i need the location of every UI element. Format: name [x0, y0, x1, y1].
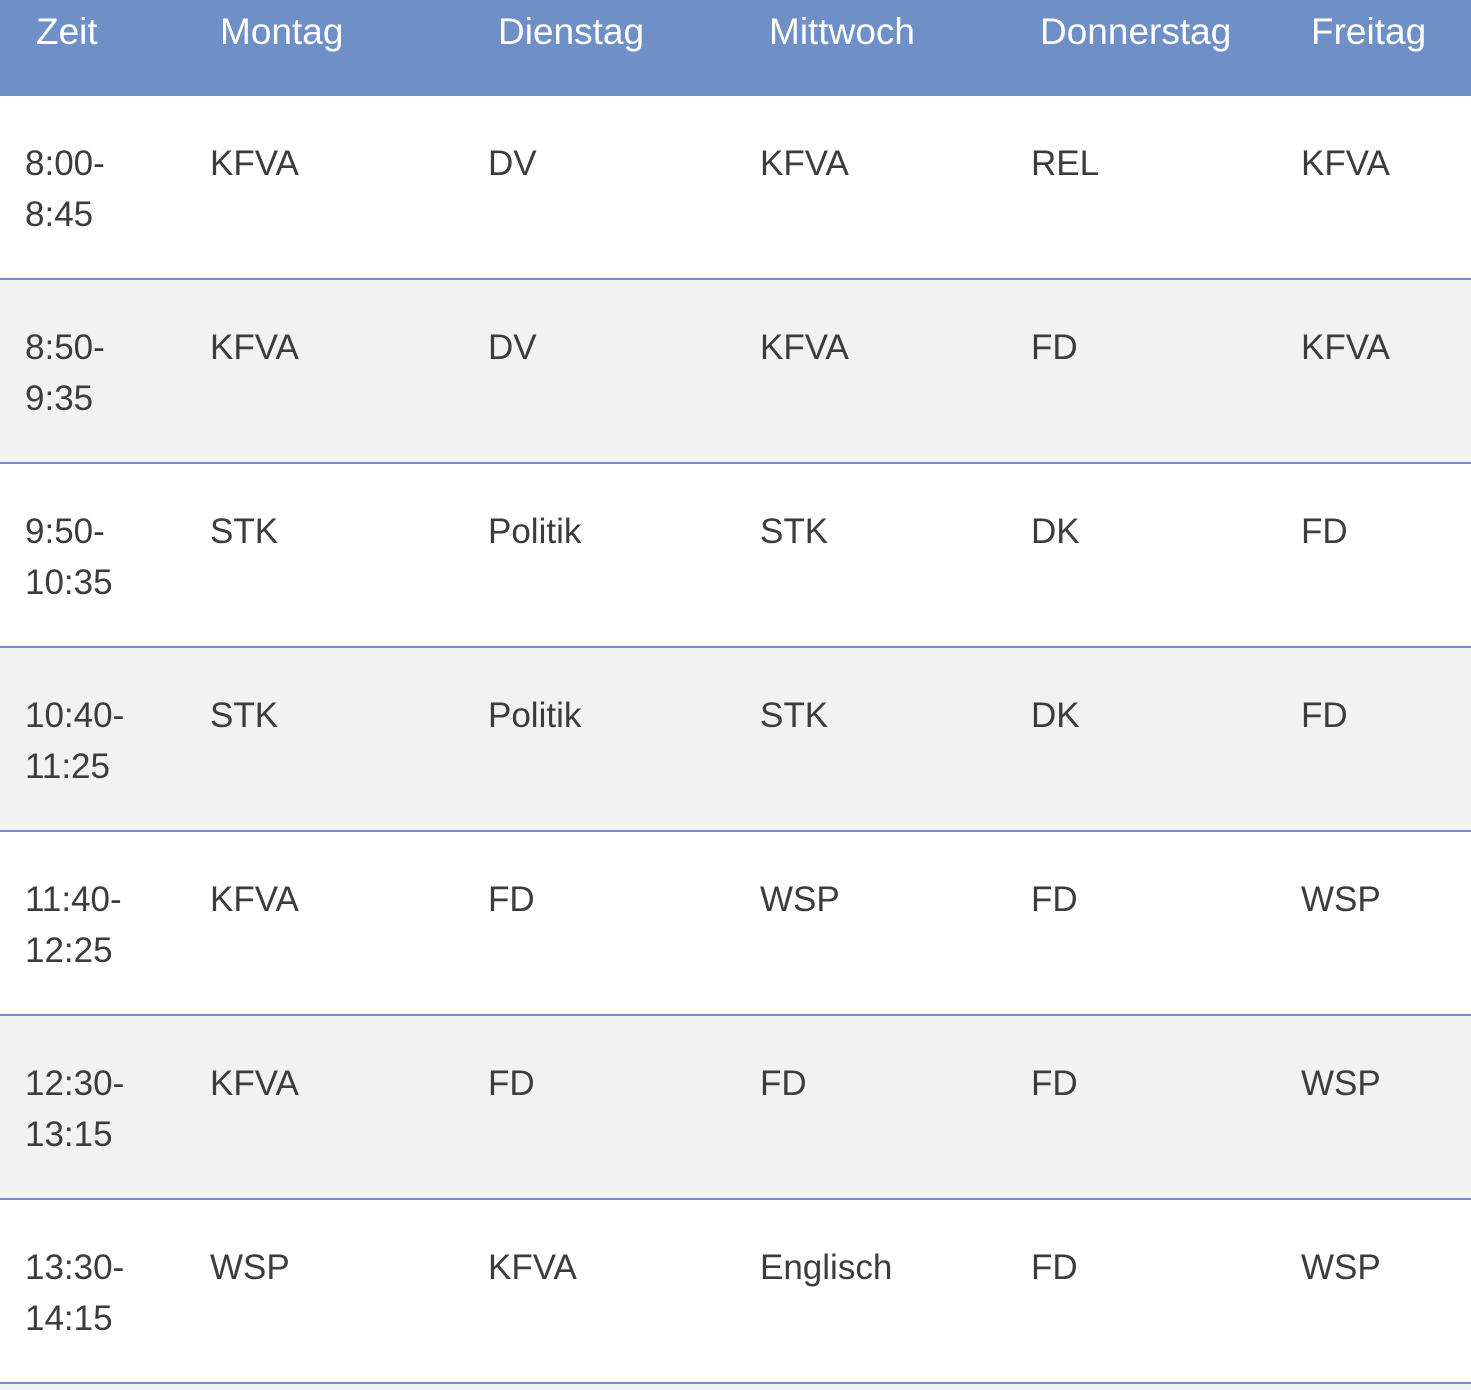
- cell-mittwoch: KFVA: [760, 144, 849, 183]
- cell-mittwoch: FD: [760, 1064, 807, 1103]
- time-start: 12:30-: [25, 1064, 125, 1103]
- time-cell: 12:30- 13:15: [25, 1058, 124, 1160]
- cell-donnerstag: DK: [1031, 696, 1080, 735]
- time-cell: 8:00- 8:45: [25, 138, 105, 240]
- cell-mittwoch: WSP: [760, 880, 840, 919]
- time-cell: 11:40- 12:25: [25, 874, 122, 976]
- cell-freitag: KFVA: [1301, 144, 1390, 183]
- cell-dienstag: DV: [488, 328, 537, 367]
- cell-montag: KFVA: [210, 144, 299, 183]
- time-end: 11:25: [25, 747, 110, 786]
- cell-mittwoch: STK: [760, 512, 829, 551]
- table-row: 8:50- 9:35 KFVA DV KFVA FD KFVA: [0, 280, 1471, 464]
- cell-montag: KFVA: [210, 1064, 299, 1103]
- time-start: 10:40-: [25, 696, 125, 735]
- table-row: 8:00- 8:45 KFVA DV KFVA REL KFVA: [0, 96, 1471, 280]
- cell-dienstag: Politik: [488, 512, 582, 551]
- table-row: 12:30- 13:15 KFVA FD FD FD WSP: [0, 1016, 1471, 1200]
- header-donnerstag: Donnerstag: [1040, 11, 1232, 52]
- header-zeit: Zeit: [36, 11, 98, 52]
- cell-donnerstag: FD: [1031, 1064, 1078, 1103]
- time-end: 10:35: [25, 563, 113, 602]
- cell-dienstag: FD: [488, 880, 535, 919]
- next-row-edge: [0, 1384, 1471, 1390]
- header-dienstag: Dienstag: [498, 11, 645, 52]
- table-row: 9:50- 10:35 STK Politik STK DK FD: [0, 464, 1471, 648]
- cell-freitag: KFVA: [1301, 328, 1390, 367]
- timetable: Zeit Montag Dienstag Mittwoch Donnerstag…: [0, 0, 1471, 1390]
- time-start: 8:00-: [25, 144, 105, 183]
- cell-montag: STK: [210, 696, 279, 735]
- cell-dienstag: DV: [488, 144, 537, 183]
- time-start: 9:50-: [25, 512, 105, 551]
- time-cell: 8:50- 9:35: [25, 322, 105, 424]
- cell-donnerstag: DK: [1031, 512, 1080, 551]
- cell-dienstag: Politik: [488, 696, 582, 735]
- table-row: 11:40- 12:25 KFVA FD WSP FD WSP: [0, 832, 1471, 1016]
- header-montag: Montag: [220, 11, 344, 52]
- cell-donnerstag: FD: [1031, 1248, 1078, 1287]
- cell-montag: STK: [210, 512, 279, 551]
- cell-mittwoch: STK: [760, 696, 829, 735]
- cell-mittwoch: KFVA: [760, 328, 849, 367]
- table-row: 10:40- 11:25 STK Politik STK DK FD: [0, 648, 1471, 832]
- cell-mittwoch: Englisch: [760, 1248, 893, 1287]
- cell-freitag: WSP: [1301, 880, 1381, 919]
- cell-freitag: WSP: [1301, 1248, 1381, 1287]
- cell-donnerstag: FD: [1031, 880, 1078, 919]
- time-end: 8:45: [25, 195, 94, 234]
- header-mittwoch: Mittwoch: [769, 11, 915, 52]
- time-start: 8:50-: [25, 328, 105, 367]
- time-start: 11:40-: [25, 880, 122, 919]
- time-cell: 13:30- 14:15: [25, 1242, 124, 1344]
- table-header: Zeit Montag Dienstag Mittwoch Donnerstag…: [0, 0, 1471, 96]
- time-end: 12:25: [25, 931, 113, 970]
- time-end: 14:15: [25, 1299, 113, 1338]
- cell-donnerstag: REL: [1031, 144, 1100, 183]
- table-row: 13:30- 14:15 WSP KFVA Englisch FD WSP: [0, 1200, 1471, 1384]
- cell-freitag: WSP: [1301, 1064, 1381, 1103]
- time-end: 13:15: [25, 1115, 113, 1154]
- time-cell: 10:40- 11:25: [25, 690, 124, 792]
- cell-dienstag: KFVA: [488, 1248, 577, 1287]
- cell-freitag: FD: [1301, 696, 1348, 735]
- cell-montag: WSP: [210, 1248, 290, 1287]
- cell-montag: KFVA: [210, 880, 299, 919]
- time-start: 13:30-: [25, 1248, 125, 1287]
- cell-montag: KFVA: [210, 328, 299, 367]
- cell-dienstag: FD: [488, 1064, 535, 1103]
- header-freitag: Freitag: [1311, 11, 1427, 52]
- cell-freitag: FD: [1301, 512, 1348, 551]
- time-cell: 9:50- 10:35: [25, 506, 113, 608]
- time-end: 9:35: [25, 379, 94, 418]
- cell-donnerstag: FD: [1031, 328, 1078, 367]
